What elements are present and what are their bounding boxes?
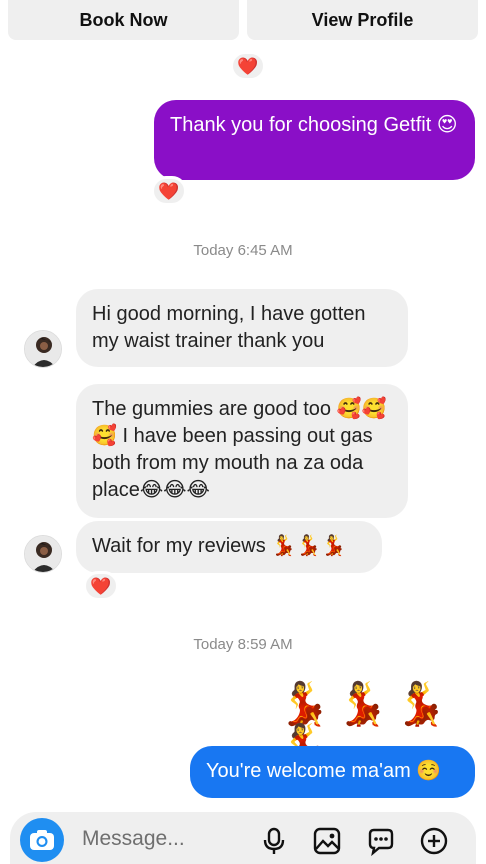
book-now-button[interactable]: Book Now	[8, 0, 239, 40]
sticker-icon[interactable]	[366, 826, 396, 856]
received-message-bubble[interactable]: The gummies are good too 🥰🥰🥰 I have been…	[76, 384, 408, 518]
camera-icon	[30, 830, 54, 850]
heart-reaction[interactable]: ❤️	[230, 51, 266, 81]
heart-reaction[interactable]: ❤️	[83, 571, 119, 601]
timestamp: Today 6:45 AM	[193, 242, 293, 259]
gallery-icon[interactable]	[312, 826, 342, 856]
message-text: Wait for my reviews 💃💃💃	[92, 535, 346, 557]
sent-message-bubble[interactable]: You're welcome ma'am ☺️	[190, 746, 475, 798]
message-text: Thank you for choosing Getfit 😍	[170, 114, 458, 136]
message-text: The gummies are good too 🥰🥰🥰 I have been…	[92, 398, 387, 501]
received-message-bubble[interactable]: Wait for my reviews 💃💃💃	[76, 521, 382, 573]
camera-button[interactable]	[20, 818, 64, 862]
contact-avatar[interactable]	[24, 330, 62, 368]
microphone-icon[interactable]	[259, 826, 289, 856]
sent-message-bubble[interactable]: Thank you for choosing Getfit 😍	[154, 100, 475, 180]
message-text: Hi good morning, I have gotten my waist …	[92, 303, 366, 352]
view-profile-button[interactable]: View Profile	[247, 0, 478, 40]
heart-icon: ❤️	[90, 576, 112, 596]
message-composer	[10, 812, 476, 864]
profile-actions: Book Now View Profile	[8, 0, 478, 40]
message-text: You're welcome ma'am ☺️	[206, 760, 442, 782]
heart-icon: ❤️	[158, 181, 180, 201]
timestamp: Today 8:59 AM	[193, 636, 293, 653]
message-input[interactable]	[82, 826, 252, 852]
heart-icon: ❤️	[237, 56, 259, 76]
avatar-image	[25, 331, 61, 367]
avatar-image	[25, 536, 61, 572]
received-message-bubble[interactable]: Hi good morning, I have gotten my waist …	[76, 289, 408, 367]
heart-reaction[interactable]: ❤️	[151, 176, 187, 206]
contact-avatar[interactable]	[24, 535, 62, 573]
add-icon[interactable]	[419, 826, 449, 856]
